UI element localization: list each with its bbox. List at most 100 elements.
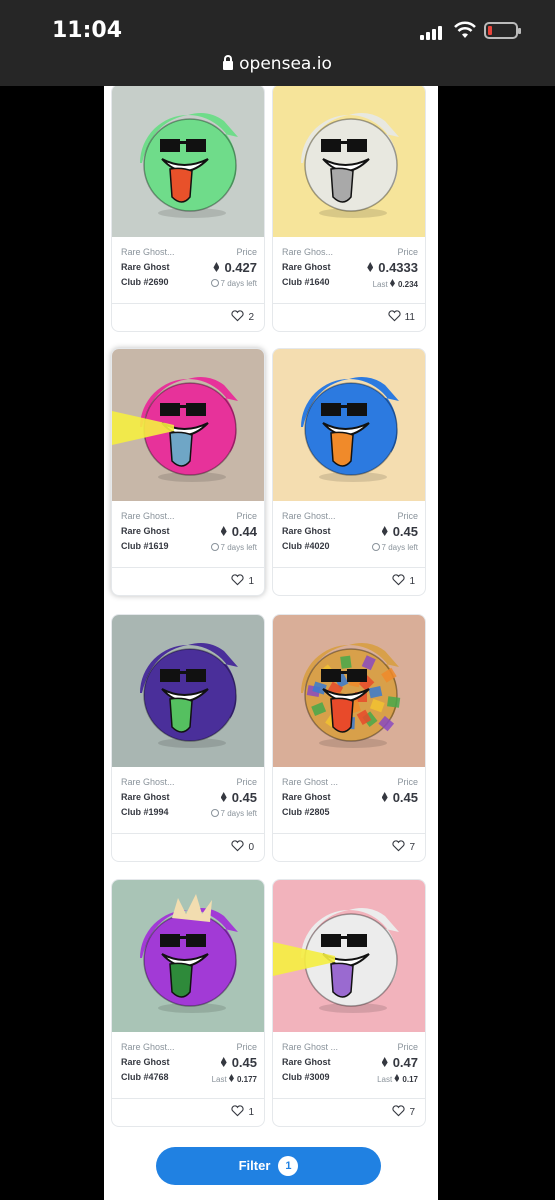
collection-name[interactable]: Rare Ghost...	[282, 511, 362, 521]
favorite-button[interactable]: 7	[392, 1105, 415, 1118]
nft-name-line1: Rare Ghost	[121, 262, 170, 272]
collection-name[interactable]: Rare Ghost...	[121, 777, 201, 787]
nft-card[interactable]: Rare Ghost... Rare Ghost Club #1619 Pric…	[111, 348, 265, 596]
nft-card[interactable]: Rare Ghost ... Rare Ghost Club #3009 Pri…	[272, 879, 426, 1127]
price-label: Price	[397, 511, 418, 521]
favorite-button[interactable]: 7	[392, 840, 415, 853]
last-price: Last 0.17	[377, 1074, 418, 1084]
price-label: Price	[236, 1042, 257, 1052]
nft-name-line2: Club #3009	[282, 1072, 330, 1082]
like-count: 0	[248, 842, 254, 853]
like-count: 1	[248, 1107, 254, 1118]
like-count: 2	[248, 312, 254, 323]
nft-card[interactable]: Rare Ghost... Rare Ghost Club #1994 Pric…	[111, 614, 265, 862]
heart-icon	[231, 574, 245, 586]
collection-name[interactable]: Rare Ghost ...	[282, 1042, 362, 1052]
wifi-icon	[454, 21, 476, 38]
nft-image[interactable]	[273, 86, 425, 237]
nft-info: Rare Ghost... Rare Ghost Club #4768 Pric…	[112, 1032, 264, 1098]
address-bar[interactable]: opensea.io	[0, 54, 555, 74]
collection-name[interactable]: Rare Ghost...	[121, 1042, 201, 1052]
like-count: 7	[409, 842, 415, 853]
status-bar: 11:04 opensea.io	[0, 0, 555, 86]
card-footer: 0	[112, 833, 264, 859]
price-value: 0.427	[211, 260, 257, 275]
nft-info: Rare Ghost... Rare Ghost Club #4020 Pric…	[273, 501, 425, 567]
nft-card[interactable]: Rare Ghost... Rare Ghost Club #4768 Pric…	[111, 879, 265, 1127]
nft-name-line2: Club #1619	[121, 541, 169, 551]
price-label: Price	[236, 777, 257, 787]
nft-image[interactable]	[112, 880, 264, 1032]
like-count: 11	[404, 312, 415, 323]
time-left: 7 days left	[210, 543, 257, 552]
nft-image[interactable]	[112, 349, 264, 501]
favorite-button[interactable]: 2	[231, 310, 254, 323]
eth-icon	[389, 279, 395, 287]
price-value: 0.45	[372, 524, 418, 539]
eth-icon	[220, 1057, 227, 1067]
favorite-button[interactable]: 11	[387, 310, 415, 323]
cellular-signal-icon	[420, 26, 446, 40]
like-count: 1	[409, 576, 415, 587]
collection-name[interactable]: Rare Ghost...	[121, 511, 201, 521]
card-footer: 7	[273, 833, 425, 859]
eth-icon	[213, 262, 220, 272]
clock-icon	[210, 543, 219, 551]
eth-icon	[220, 792, 227, 802]
nft-image[interactable]	[112, 615, 264, 767]
nft-name-line2: Club #4020	[282, 541, 330, 551]
price-label: Price	[397, 247, 418, 257]
nft-card[interactable]: Rare Ghost... Rare Ghost Club #2690 Pric…	[111, 86, 265, 332]
card-footer: 1	[112, 1098, 264, 1124]
nft-image[interactable]	[273, 615, 425, 767]
price-value: 0.45	[212, 1055, 257, 1070]
clock-icon	[210, 809, 219, 817]
heart-icon	[231, 310, 245, 322]
time-left: 7 days left	[371, 543, 418, 552]
collection-name[interactable]: Rare Ghos...	[282, 247, 362, 257]
clock-time: 11:04	[52, 18, 123, 43]
eth-icon	[367, 262, 374, 272]
nft-name-line1: Rare Ghost	[282, 262, 331, 272]
nft-name-line1: Rare Ghost	[282, 526, 331, 536]
card-footer: 7	[273, 1098, 425, 1124]
price-value: 0.45	[211, 790, 257, 805]
nft-card[interactable]: Rare Ghost... Rare Ghost Club #4020 Pric…	[272, 348, 426, 596]
eth-icon	[228, 1074, 234, 1082]
price-label: Price	[397, 777, 418, 787]
heart-icon	[387, 310, 401, 322]
url-text: opensea.io	[239, 54, 332, 74]
favorite-button[interactable]: 1	[392, 574, 415, 587]
heart-icon	[392, 574, 406, 586]
nft-image[interactable]	[112, 86, 264, 237]
heart-icon	[231, 1105, 245, 1117]
nft-card[interactable]: Rare Ghos... Rare Ghost Club #1640 Price…	[272, 86, 426, 332]
nft-info: Rare Ghost... Rare Ghost Club #2690 Pric…	[112, 237, 264, 303]
nft-info: Rare Ghost ... Rare Ghost Club #3009 Pri…	[273, 1032, 425, 1098]
eth-icon	[394, 1074, 400, 1082]
price-label: Price	[236, 247, 257, 257]
eth-icon	[381, 792, 388, 802]
price-label: Price	[397, 1042, 418, 1052]
collection-name[interactable]: Rare Ghost ...	[282, 777, 362, 787]
nft-image[interactable]	[273, 349, 425, 501]
last-price: Last 0.234	[372, 279, 418, 289]
eth-icon	[381, 1057, 388, 1067]
nft-name-line1: Rare Ghost	[121, 526, 170, 536]
filter-button[interactable]: Filter 1	[156, 1147, 381, 1185]
nft-image[interactable]	[273, 880, 425, 1032]
nft-name-line1: Rare Ghost	[121, 1057, 170, 1067]
collection-name[interactable]: Rare Ghost...	[121, 247, 201, 257]
price-value: 0.44	[211, 524, 257, 539]
nft-name-line1: Rare Ghost	[121, 792, 170, 802]
favorite-button[interactable]: 0	[231, 840, 254, 853]
price-value: 0.4333	[367, 260, 418, 275]
nft-name-line2: Club #2805	[282, 807, 330, 817]
nft-info: Rare Ghost ... Rare Ghost Club #2805 Pri…	[273, 767, 425, 833]
nft-name-line2: Club #2690	[121, 277, 169, 287]
eth-icon	[381, 526, 388, 536]
favorite-button[interactable]: 1	[231, 574, 254, 587]
favorite-button[interactable]: 1	[231, 1105, 254, 1118]
clock-icon	[210, 279, 219, 287]
nft-card[interactable]: Rare Ghost ... Rare Ghost Club #2805 Pri…	[272, 614, 426, 862]
